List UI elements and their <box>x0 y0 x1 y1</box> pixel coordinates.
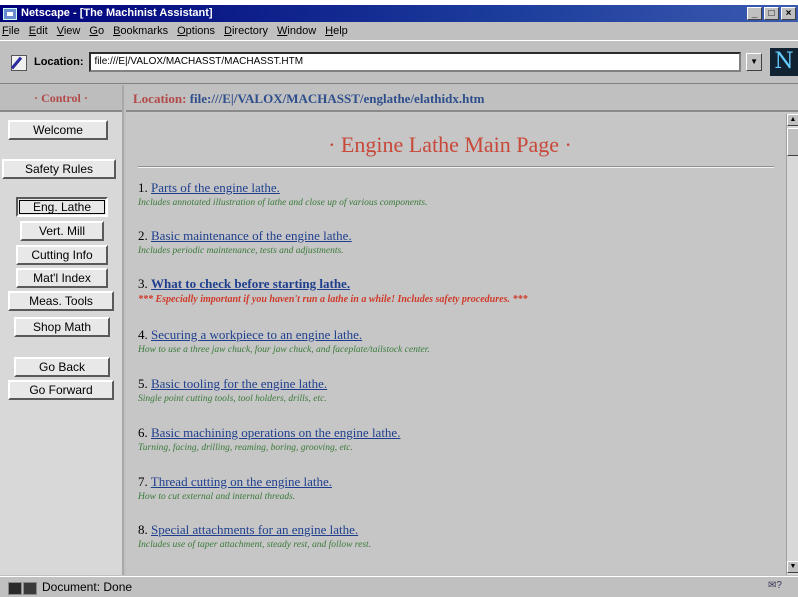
window-controls: _ □ × <box>747 7 796 20</box>
item-link[interactable]: Basic machining operations on the engine… <box>151 425 400 440</box>
list-item: 5. Basic tooling for the engine lathe. S… <box>138 376 778 404</box>
item-number: 3. <box>138 276 148 291</box>
page-content: · Engine Lathe Main Page · 1. Parts of t… <box>126 114 786 575</box>
bookmark-pencil-icon[interactable] <box>10 53 28 71</box>
item-description: Includes periodic maintenance, tests and… <box>138 246 344 256</box>
matl-index-button[interactable]: Mat'l Index <box>16 268 108 288</box>
scroll-thumb[interactable] <box>787 128 798 156</box>
title-divider <box>138 166 774 168</box>
scroll-up-icon[interactable]: ▲ <box>787 114 798 126</box>
menu-bookmarks[interactable]: Bookmarks <box>113 25 168 37</box>
menu-help[interactable]: Help <box>325 25 348 37</box>
menu-bar: File Edit View Go Bookmarks Options Dire… <box>0 22 798 40</box>
menu-edit[interactable]: Edit <box>29 25 48 37</box>
menu-view[interactable]: View <box>57 25 81 37</box>
minimize-button[interactable]: _ <box>747 7 762 20</box>
item-link[interactable]: Basic tooling for the engine lathe. <box>151 376 327 391</box>
item-link[interactable]: Thread cutting on the engine lathe. <box>151 474 332 489</box>
list-item: 8. Special attachments for an engine lat… <box>138 522 778 550</box>
item-link[interactable]: Basic maintenance of the engine lathe. <box>151 228 352 243</box>
frame-location-header: Location: file:///E|/VALOX/MACHASST/engl… <box>126 85 798 112</box>
security-key-icon <box>8 581 38 595</box>
item-number: 5. <box>138 376 148 391</box>
vertical-scrollbar[interactable]: ▲ ▼ <box>786 114 798 575</box>
list-item: 2. Basic maintenance of the engine lathe… <box>138 228 778 256</box>
control-frame: · Control · Welcome Safety Rules Eng. La… <box>0 85 124 575</box>
netscape-app-icon <box>3 7 17 20</box>
item-description: How to cut external and internal threads… <box>138 492 296 502</box>
frame-location-url: file:///E|/VALOX/MACHASST/englathe/elath… <box>189 91 485 106</box>
vert-mill-button[interactable]: Vert. Mill <box>20 221 104 241</box>
item-number: 4. <box>138 327 148 342</box>
location-label: Location: <box>33 56 84 68</box>
netscape-logo-icon: N <box>770 48 798 76</box>
item-description: How to use a three jaw chuck, four jaw c… <box>138 345 430 355</box>
meas-tools-button[interactable]: Meas. Tools <box>8 291 114 311</box>
eng-lathe-button[interactable]: Eng. Lathe <box>16 197 108 217</box>
item-number: 2. <box>138 228 148 243</box>
mail-icon[interactable]: ✉? <box>768 580 792 594</box>
status-text: Document: Done <box>42 580 133 594</box>
item-description: Turning, facing, drilling, reaming, bori… <box>138 443 353 453</box>
window-title: Netscape - [The Machinist Assistant] <box>21 7 213 19</box>
list-item: 7. Thread cutting on the engine lathe. H… <box>138 474 778 502</box>
frame-location-label: Location: <box>133 91 187 106</box>
title-bar: Netscape - [The Machinist Assistant] _ □… <box>0 5 798 22</box>
list-item: 3. What to check before starting lathe. … <box>138 276 778 305</box>
list-item: 4. Securing a workpiece to an engine lat… <box>138 327 778 355</box>
menu-directory[interactable]: Directory <box>224 25 268 37</box>
control-frame-header: · Control · <box>0 85 122 112</box>
item-link[interactable]: Parts of the engine lathe. <box>151 180 280 195</box>
item-link[interactable]: Special attachments for an engine lathe. <box>151 522 358 537</box>
menu-go[interactable]: Go <box>89 25 104 37</box>
shop-math-button[interactable]: Shop Math <box>14 317 110 337</box>
status-bar: Document: Done ✉? <box>0 576 798 597</box>
scroll-down-icon[interactable]: ▼ <box>787 561 798 573</box>
menu-options[interactable]: Options <box>177 25 215 37</box>
item-link[interactable]: Securing a workpiece to an engine lathe. <box>151 327 362 342</box>
item-description: Single point cutting tools, tool holders… <box>138 394 327 404</box>
item-number: 6. <box>138 425 148 440</box>
go-back-button[interactable]: Go Back <box>14 357 110 377</box>
cutting-info-button[interactable]: Cutting Info <box>16 245 108 265</box>
item-link[interactable]: What to check before starting lathe. <box>151 276 350 291</box>
list-item: 6. Basic machining operations on the eng… <box>138 425 778 453</box>
list-item: 1. Parts of the engine lathe. Includes a… <box>138 180 778 208</box>
item-number: 8. <box>138 522 148 537</box>
item-description: Includes use of taper attachment, steady… <box>138 540 372 550</box>
location-input[interactable]: file:///E|/VALOX/MACHASST/MACHASST.HTM <box>89 52 742 72</box>
menu-window[interactable]: Window <box>277 25 316 37</box>
content-frame: Location: file:///E|/VALOX/MACHASST/engl… <box>126 85 798 575</box>
item-description: Includes annotated illustration of lathe… <box>138 198 428 208</box>
location-toolbar: Location: file:///E|/VALOX/MACHASST/MACH… <box>0 40 798 84</box>
menu-file[interactable]: File <box>2 25 20 37</box>
safety-rules-button[interactable]: Safety Rules <box>2 159 116 179</box>
item-warning: *** Especially important if you haven't … <box>138 294 528 305</box>
maximize-button[interactable]: □ <box>764 7 779 20</box>
page-title: · Engine Lathe Main Page · <box>328 132 572 157</box>
go-forward-button[interactable]: Go Forward <box>8 380 114 400</box>
item-number: 1. <box>138 180 148 195</box>
location-dropdown-icon[interactable]: ▼ <box>746 53 763 71</box>
welcome-button[interactable]: Welcome <box>8 120 108 140</box>
item-number: 7. <box>138 474 148 489</box>
close-button[interactable]: × <box>781 7 796 20</box>
